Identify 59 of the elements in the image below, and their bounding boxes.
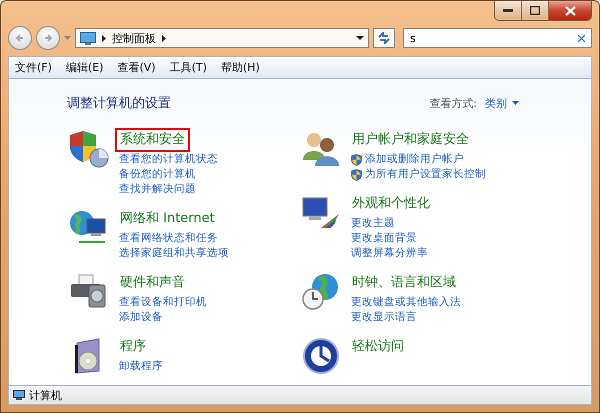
forward-arrow-icon [43,33,53,43]
menu-item[interactable]: 文件(F) [15,60,52,75]
search-field[interactable]: s [410,32,578,44]
forward-button[interactable] [36,26,60,50]
close-button[interactable] [548,1,591,20]
chevron-icon[interactable] [162,34,166,42]
menu-item[interactable]: 查看(V) [117,60,156,75]
page-heading: 调整计算机的设置 [67,95,171,112]
menu-item[interactable]: 编辑(E) [66,60,104,75]
shield-chart-icon [69,130,109,168]
maximize-button[interactable] [521,1,548,20]
category-link[interactable]: 外观和个性化 [347,192,435,216]
task-link[interactable]: 添加或删除用户帐户 [365,152,464,167]
view-by-dropdown[interactable]: 类别 [485,96,519,110]
minimize-button[interactable] [495,1,521,20]
task-link[interactable]: 查看设备和打印机 [119,295,207,310]
category-link[interactable]: 用户帐户和家庭安全 [347,128,474,152]
task-link[interactable]: 备份您的计算机 [119,167,196,182]
view-by-label: 查看方式: [429,96,477,110]
category-link[interactable]: 轻松访问 [347,335,409,359]
clear-icon[interactable] [578,34,585,42]
task-link[interactable]: 更改桌面背景 [351,231,417,246]
back-button[interactable] [8,26,32,50]
maximize-icon [530,6,540,15]
refresh-icon [378,32,390,44]
chevron-icon[interactable] [102,34,106,42]
address-bar[interactable]: 控制面板 [75,28,369,48]
refresh-button[interactable] [373,28,395,48]
task-link[interactable]: 添加设备 [119,310,163,325]
task-link[interactable]: 卸载程序 [119,359,163,374]
task-link[interactable]: 选择家庭组和共享选项 [119,246,229,261]
task-link[interactable]: 查看您的计算机状态 [119,152,218,167]
category-link[interactable]: 程序 [115,335,151,359]
menu-item[interactable]: 帮助(H) [220,60,260,75]
back-arrow-icon [15,33,25,43]
globe-clock-icon [301,273,341,311]
dropdown-arrow-icon[interactable] [356,36,364,40]
caret-icon [512,101,519,105]
task-link[interactable]: 为所有用户设置家长控制 [365,167,486,182]
task-link[interactable]: 更改显示语言 [351,310,417,325]
accessibility-icon [302,337,340,375]
minimize-icon [503,8,513,12]
menu-item[interactable]: 工具(T) [170,60,207,75]
breadcrumb[interactable]: 控制面板 [112,30,156,46]
users-icon [301,130,341,168]
task-link[interactable]: 调整屏幕分辨率 [351,246,428,261]
task-link[interactable]: 更改键盘或其他输入法 [351,295,461,310]
category-link[interactable]: 网络和 Internet [115,207,220,231]
computer-icon [13,390,25,400]
control-panel-icon [80,32,96,44]
category-link[interactable]: 硬件和声音 [115,271,190,295]
search-box[interactable]: s [403,28,592,48]
task-link[interactable]: 查找并解决问题 [119,182,196,197]
task-link[interactable]: 查看网络状态和任务 [119,231,218,246]
close-icon [564,6,576,16]
status-text: 计算机 [29,388,62,402]
category-link[interactable]: 时钟、语言和区域 [347,271,461,295]
category-link[interactable]: 系统和安全 [115,128,190,152]
task-link[interactable]: 更改主题 [351,216,395,231]
